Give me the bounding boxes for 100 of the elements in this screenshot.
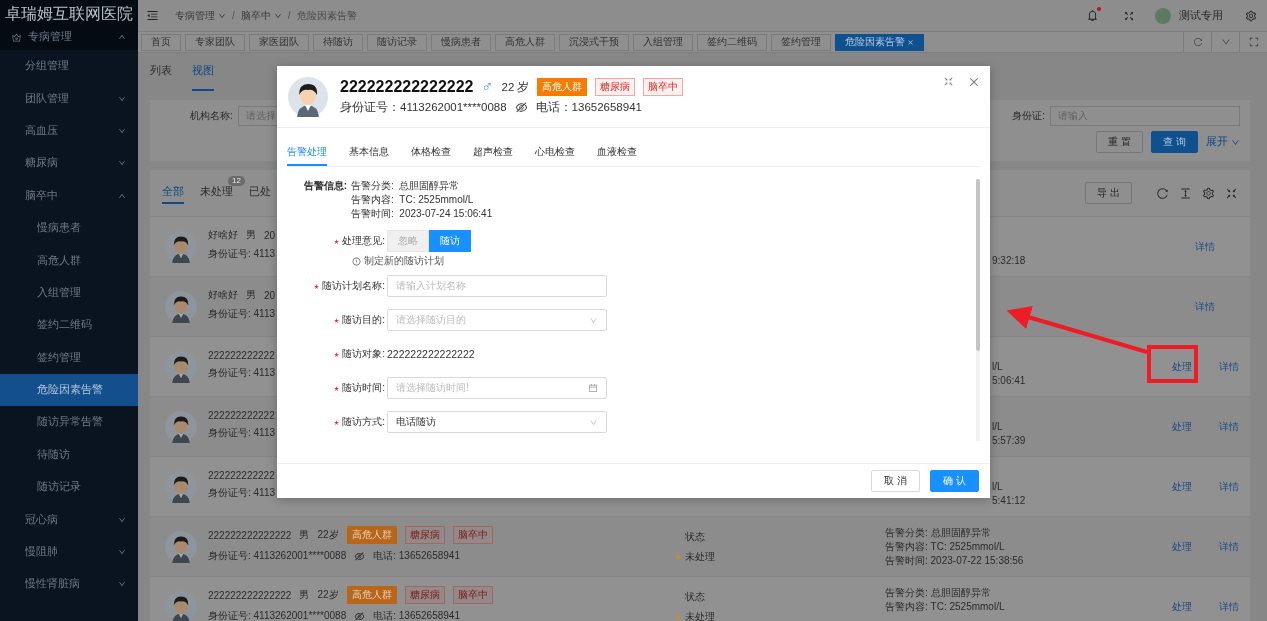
sidebar-item[interactable]: 签约二维码: [0, 309, 138, 342]
action-link[interactable]: 详情: [1195, 239, 1215, 254]
view-tab[interactable]: 列表: [150, 53, 172, 91]
form-label: 随访方式:: [342, 415, 385, 429]
bell-icon[interactable]: [1086, 9, 1099, 22]
view-tab[interactable]: 视图: [192, 53, 214, 91]
user-name[interactable]: 测试专用: [1179, 8, 1223, 23]
export-button[interactable]: 导 出: [1085, 182, 1132, 204]
page-tab[interactable]: 首页: [141, 33, 181, 51]
action-link[interactable]: 详情: [1218, 599, 1239, 614]
page-tab[interactable]: 家医团队: [249, 33, 309, 51]
breadcrumb-item[interactable]: 专病管理: [175, 8, 226, 23]
sidebar-item[interactable]: 随访异常告警: [0, 406, 138, 439]
cancel-button[interactable]: 取 消: [871, 470, 921, 492]
chevron-down-icon: [118, 159, 126, 168]
sidebar-item[interactable]: 专病管理: [0, 24, 138, 50]
page-tab[interactable]: 签约管理: [771, 33, 831, 51]
sidebar-item[interactable]: 待随访: [0, 438, 138, 472]
fullscreen-icon[interactable]: [1225, 186, 1238, 200]
chevron-down-icon: [589, 417, 598, 427]
chevron-down-icon[interactable]: [1220, 37, 1231, 47]
alert-time: 5:06:41: [992, 374, 1026, 386]
page-tab[interactable]: 专家团队: [185, 33, 245, 51]
sidebar-item[interactable]: 团队管理: [0, 82, 138, 115]
required-icon: [314, 283, 320, 289]
sidebar-item[interactable]: 签约管理: [0, 341, 138, 374]
sidebar-item[interactable]: 分组管理: [0, 50, 138, 83]
settings-icon[interactable]: [1202, 186, 1215, 200]
page-tab[interactable]: 慢病患者: [431, 33, 491, 51]
breadcrumb-separator: /: [232, 10, 235, 21]
menu-fold-icon[interactable]: [146, 9, 159, 22]
page-tab[interactable]: 入组管理: [633, 33, 693, 51]
list-tab[interactable]: 全部: [162, 182, 184, 204]
phone-number: 电话: 13652658941: [373, 549, 460, 563]
page-tab[interactable]: 危险因素告警: [835, 33, 924, 51]
page-tab[interactable]: 随访记录: [367, 33, 427, 51]
highlight-box: [1147, 345, 1198, 383]
sidebar-item[interactable]: 糖尿病: [0, 147, 138, 180]
action-link[interactable]: 详情: [1218, 419, 1239, 434]
dialog-tab[interactable]: 体格检查: [411, 140, 451, 166]
eye-slash-icon[interactable]: [514, 101, 528, 114]
eye-slash-icon: [354, 610, 366, 621]
action-link[interactable]: 处理: [1171, 539, 1192, 554]
confirm-button[interactable]: 确 认: [930, 470, 979, 492]
page-tab[interactable]: 高危人群: [495, 33, 555, 51]
action-link[interactable]: 处理: [1171, 419, 1192, 434]
sidebar-item[interactable]: 高危人群: [0, 244, 138, 277]
action-link[interactable]: 详情: [1195, 299, 1215, 314]
count-badge: 12: [228, 176, 245, 186]
required-icon: [334, 317, 340, 323]
crown-icon: [11, 31, 22, 43]
refresh-icon[interactable]: [1156, 186, 1169, 200]
reset-button[interactable]: 重 置: [1096, 131, 1144, 153]
avatar: [165, 350, 197, 383]
option-button[interactable]: 随访: [429, 230, 471, 252]
sidebar-item[interactable]: 随访记录: [0, 471, 138, 504]
form-label: 随访对象:: [342, 347, 385, 361]
alert-line: 告警分类: 总胆固醇异常: [351, 179, 461, 193]
action-link[interactable]: 详情: [1218, 539, 1239, 554]
page-tab[interactable]: 签约二维码: [697, 33, 767, 51]
required-icon: [334, 385, 340, 391]
fullscreen-icon[interactable]: [1123, 9, 1135, 22]
dialog-tab[interactable]: 心电检查: [535, 140, 575, 166]
refresh-icon[interactable]: [1192, 37, 1203, 47]
dialog-tab[interactable]: 告警处理: [287, 140, 327, 166]
sidebar-item[interactable]: 危险因素告警: [0, 373, 138, 407]
sidebar-item[interactable]: 冠心病: [0, 503, 138, 536]
sidebar-item[interactable]: 脑卒中: [0, 179, 138, 212]
breadcrumb-separator: /: [287, 10, 291, 21]
tag: 脑卒中: [643, 78, 684, 96]
settings-icon[interactable]: [1245, 9, 1257, 22]
patient-name: 好啥好: [208, 228, 238, 242]
action-link[interactable]: 详情: [1218, 359, 1239, 374]
list-tab[interactable]: 已处: [249, 182, 271, 204]
scrollbar[interactable]: [976, 179, 980, 441]
alert-line: 告警分类: 总胆固醇异常: [885, 585, 992, 600]
sidebar-item[interactable]: 慢病患者: [0, 211, 138, 245]
breadcrumb-item[interactable]: 脑卒中: [240, 8, 282, 23]
page-tab[interactable]: 待随访: [313, 33, 363, 51]
dialog-tab[interactable]: 基本信息: [349, 140, 389, 166]
action-link[interactable]: 处理: [1171, 359, 1192, 374]
sidebar-item[interactable]: 慢阻肺: [0, 535, 138, 569]
action-link[interactable]: 处理: [1171, 479, 1192, 494]
select-field[interactable]: 电话随访: [387, 411, 607, 433]
sidebar-item[interactable]: 入组管理: [0, 276, 138, 310]
dialog-tab[interactable]: 血液检查: [597, 140, 637, 166]
page-tab[interactable]: 沉浸式干预: [559, 33, 629, 51]
close-icon: [907, 38, 914, 46]
dialog-tab[interactable]: 超声检查: [473, 140, 513, 166]
column-height-icon[interactable]: [1179, 186, 1192, 200]
minimize-icon[interactable]: [943, 76, 954, 87]
action-link[interactable]: 详情: [1218, 479, 1239, 494]
expand-link[interactable]: 展开: [1206, 135, 1240, 149]
action-link[interactable]: 处理: [1171, 599, 1192, 614]
expand-icon[interactable]: [1248, 37, 1259, 47]
close-icon[interactable]: [968, 76, 980, 88]
sidebar-item[interactable]: 慢性肾脏病: [0, 568, 138, 601]
sidebar-item[interactable]: 高血压: [0, 114, 138, 148]
search-button[interactable]: 查 询: [1151, 131, 1198, 153]
option-button[interactable]: 忽略: [387, 230, 429, 252]
